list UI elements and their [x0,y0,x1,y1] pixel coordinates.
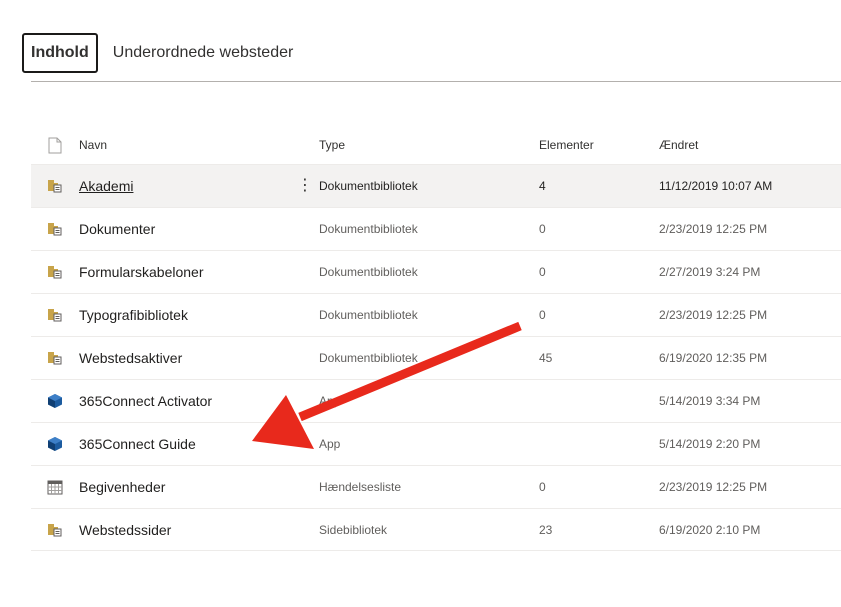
app-icon [31,393,79,409]
table-row-5[interactable]: Webstedsaktiver Dokumentbibliotek 45 6/1… [31,336,841,379]
row-items: 0 [539,222,546,236]
row-type: App [319,437,341,451]
table-row-4[interactable]: Typografibibliotek Dokumentbibliotek 0 2… [31,293,841,336]
row-name[interactable]: Dokumenter [79,221,155,237]
table-row-6[interactable]: 365Connect Activator App 5/14/2019 3:34 … [31,379,841,422]
column-header-modified[interactable]: Ændret [659,138,839,152]
more-actions-icon[interactable]: ⋮ [297,178,313,194]
row-type: Sidebibliotek [319,522,388,537]
file-type-header-icon[interactable] [31,137,79,154]
column-header-items[interactable]: Elementer [539,138,659,152]
row-name[interactable]: 365Connect Guide [79,436,196,452]
row-modified: 2/23/2019 12:25 PM [659,480,768,494]
row-items: 23 [539,522,553,537]
row-modified: 6/19/2020 2:10 PM [659,522,761,537]
tabs-divider [31,81,841,82]
row-name[interactable]: Webstedssider [79,522,171,538]
row-modified: 2/23/2019 12:25 PM [659,222,768,236]
library-icon [31,523,79,537]
column-header-type[interactable]: Type [319,138,539,152]
row-type: Dokumentbibliotek [319,351,418,365]
library-icon [31,179,79,193]
library-icon [31,222,79,236]
tab-underordnede-websteder[interactable]: Underordnede websteder [104,33,303,73]
library-icon [31,351,79,365]
row-modified: 5/14/2019 2:20 PM [659,437,761,451]
row-name[interactable]: Akademi [79,178,133,194]
row-modified: 2/27/2019 3:24 PM [659,265,761,279]
row-name[interactable]: 365Connect Activator [79,393,212,409]
list-header: Navn Type Elementer Ændret [31,126,841,164]
library-icon [31,308,79,322]
content-list: Navn Type Elementer Ændret Akademi ⋮ Dok… [31,126,841,551]
table-row-1[interactable]: Akademi ⋮ Dokumentbibliotek 4 11/12/2019… [31,164,841,207]
row-type: Dokumentbibliotek [319,179,418,193]
row-name[interactable]: Webstedsaktiver [79,350,182,366]
row-name[interactable]: Typografibibliotek [79,307,188,323]
row-type: Dokumentbibliotek [319,265,418,279]
row-type: Dokumentbibliotek [319,222,418,236]
table-row-8[interactable]: Begivenheder Hændelsesliste 0 2/23/2019 … [31,465,841,508]
table-row-3[interactable]: Formularskabeloner Dokumentbibliotek 0 2… [31,250,841,293]
row-type: App [319,394,341,408]
column-header-name[interactable]: Navn [79,126,319,164]
tab-indhold[interactable]: Indhold [22,33,98,73]
row-items: 0 [539,308,546,322]
table-row-7[interactable]: 365Connect Guide App 5/14/2019 2:20 PM [31,422,841,465]
row-name[interactable]: Begivenheder [79,479,165,495]
table-row-2[interactable]: Dokumenter Dokumentbibliotek 0 2/23/2019… [31,207,841,250]
calendar-icon [31,480,79,495]
row-modified: 5/14/2019 3:34 PM [659,394,761,408]
row-items: 45 [539,351,553,365]
row-modified: 11/12/2019 10:07 AM [659,179,773,193]
row-items: 4 [539,179,546,193]
row-type: Hændelsesliste [319,480,402,494]
row-modified: 2/23/2019 12:25 PM [659,308,768,322]
app-icon [31,436,79,452]
tab-bar: Indhold Underordnede websteder [22,33,302,73]
library-icon [31,265,79,279]
row-type: Dokumentbibliotek [319,308,418,322]
row-items: 0 [539,480,546,494]
row-name[interactable]: Formularskabeloner [79,264,204,280]
row-items: 0 [539,265,546,279]
row-modified: 6/19/2020 12:35 PM [659,351,768,365]
table-row-9[interactable]: Webstedssider Sidebibliotek 23 6/19/2020… [31,508,841,551]
